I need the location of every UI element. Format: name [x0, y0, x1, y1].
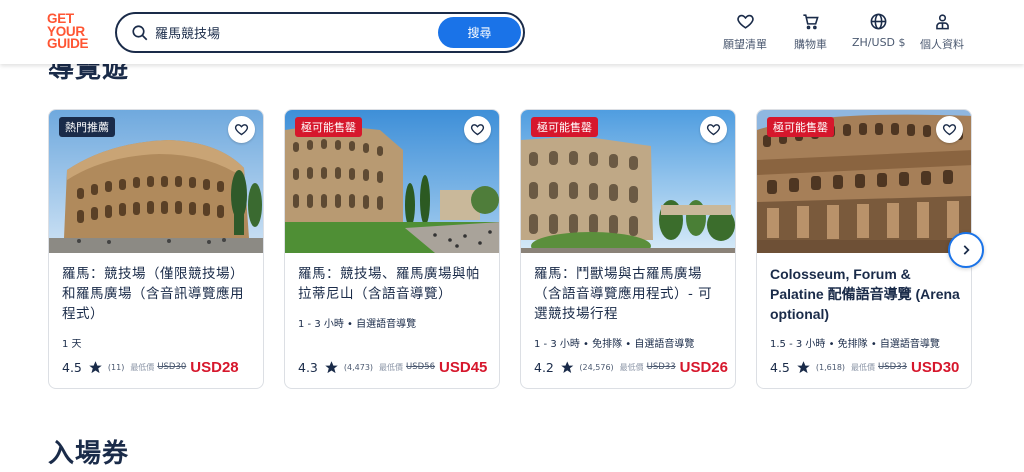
- rating-value: 4.2: [534, 359, 554, 375]
- badge-likely-sell-out: 極可能售罄: [531, 117, 598, 137]
- wishlist-button[interactable]: [700, 116, 727, 143]
- heart-icon: [706, 124, 721, 136]
- user-icon: [935, 14, 949, 30]
- star-icon: [797, 360, 810, 373]
- card-meta: 1 - 3 小時 • 自選語音導覽: [298, 319, 417, 330]
- review-count: (24,576): [579, 362, 614, 372]
- chevron-right-icon: [963, 245, 970, 255]
- card-meta: 1.5 - 3 小時 • 免排隊 • 自選語音導覽: [770, 339, 940, 350]
- globe-icon: [870, 13, 887, 30]
- price-label: 最低價: [851, 362, 876, 372]
- activity-card[interactable]: 極可能售罄 Colosseum, Forum & Palatine 配備語音導覽…: [756, 109, 972, 389]
- nav-cart[interactable]: 購物車: [794, 12, 827, 52]
- wishlist-button[interactable]: [936, 116, 963, 143]
- heart-icon: [942, 124, 957, 136]
- price: USD45: [439, 358, 488, 376]
- card-rating-row: 4.3 (4,473) 最低價 USD56 USD45: [298, 357, 492, 377]
- cart-icon: [803, 14, 819, 30]
- wishlist-button[interactable]: [228, 116, 255, 143]
- carousel-next-button[interactable]: [948, 232, 984, 268]
- card-rating-row: 4.5 (1,618) 最低價 USD33 USD30: [770, 357, 964, 377]
- search-bar: 搜尋: [115, 12, 525, 53]
- star-icon: [89, 360, 102, 373]
- price-label: 最低價: [379, 362, 404, 372]
- search-input[interactable]: [155, 20, 425, 45]
- price: USD28: [190, 358, 239, 376]
- wishlist-button[interactable]: [464, 116, 491, 143]
- card-title[interactable]: 羅馬：競技場（僅限競技場）和羅馬廣場（含音訊導覽應用程式）: [62, 264, 254, 324]
- card-title[interactable]: 羅馬：競技場、羅馬廣場與帕拉蒂尼山（含語音導覽）: [298, 264, 490, 304]
- price-label: 最低價: [130, 362, 155, 372]
- rating-value: 4.5: [62, 359, 82, 375]
- section-title-tickets: 入場券: [48, 439, 130, 469]
- star-icon: [325, 360, 338, 373]
- badge-top-pick: 熱門推薦: [59, 117, 115, 137]
- old-price: USD33: [878, 362, 908, 372]
- old-price: USD30: [157, 362, 187, 372]
- activity-card[interactable]: 極可能售罄 羅馬：競技場、羅馬廣場與帕拉蒂尼山（含語音導覽） 1 - 3 小時 …: [284, 109, 500, 389]
- nav-wishlist[interactable]: 願望清單: [723, 12, 767, 52]
- card-meta: 1 - 3 小時 • 免排隊 • 自選語音導覽: [534, 339, 695, 350]
- card-meta: 1 天: [62, 339, 82, 350]
- review-count: (11): [107, 362, 125, 372]
- nav-currency[interactable]: ZH/USD $: [852, 12, 906, 49]
- rating-value: 4.3: [298, 359, 318, 375]
- price: USD26: [679, 358, 728, 376]
- review-count: (1,618): [815, 362, 846, 372]
- activity-card[interactable]: 熱門推薦 羅馬：競技場（僅限競技場）和羅馬廣場（含音訊導覽應用程式） 1 天 4…: [48, 109, 264, 389]
- card-rating-row: 4.2 (24,576) 最低價 USD33 USD26: [534, 357, 728, 377]
- activity-card[interactable]: 極可能售罄 羅馬：鬥獸場與古羅馬廣場（含語音導覽應用程式）- 可選競技場行程 1…: [520, 109, 736, 389]
- getyourguide-logo[interactable]: GET YOUR GUIDE: [47, 12, 97, 51]
- star-icon: [561, 360, 574, 373]
- badge-likely-sell-out: 極可能售罄: [295, 117, 362, 137]
- card-title[interactable]: 羅馬：鬥獸場與古羅馬廣場（含語音導覽應用程式）- 可選競技場行程: [534, 264, 726, 324]
- review-count: (4,473): [343, 362, 374, 372]
- heart-icon: [234, 124, 249, 136]
- badge-likely-sell-out: 極可能售罄: [767, 117, 834, 137]
- search-icon: [132, 25, 148, 41]
- price-label: 最低價: [619, 362, 644, 372]
- card-rating-row: 4.5 (11) 最低價 USD30 USD28: [62, 357, 256, 377]
- top-header: GET YOUR GUIDE 搜尋 願望清單 購物車 ZH/USD $ 個人資料: [0, 0, 1024, 64]
- rating-value: 4.5: [770, 359, 790, 375]
- search-button[interactable]: 搜尋: [438, 17, 521, 48]
- price: USD30: [911, 358, 960, 376]
- heart-icon: [470, 124, 485, 136]
- old-price: USD56: [406, 362, 436, 372]
- old-price: USD33: [646, 362, 676, 372]
- heart-icon: [736, 14, 754, 29]
- nav-profile[interactable]: 個人資料: [920, 12, 964, 52]
- card-title[interactable]: Colosseum, Forum & Palatine 配備語音導覽 (Aren…: [770, 264, 962, 324]
